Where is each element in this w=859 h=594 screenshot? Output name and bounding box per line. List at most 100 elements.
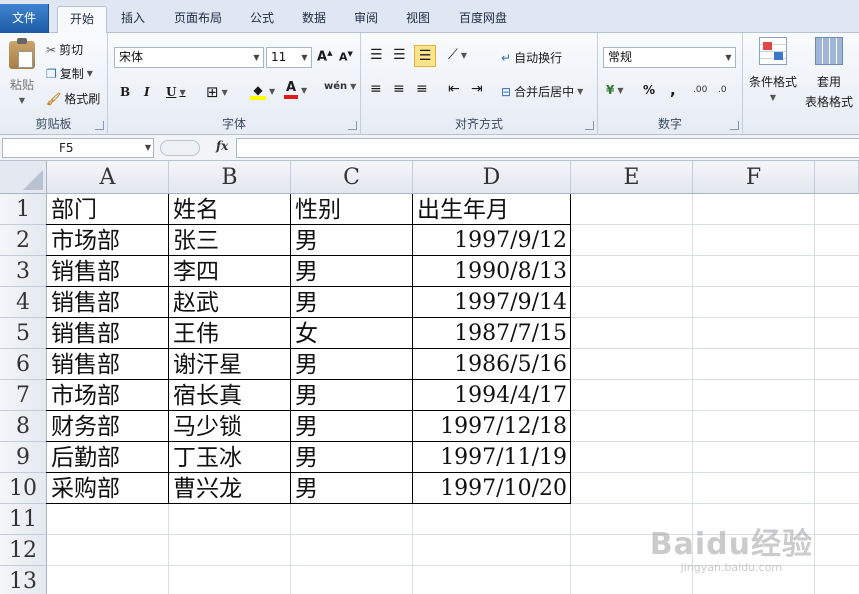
table-cell[interactable]: 宿长真	[169, 380, 291, 411]
tab-view[interactable]: 视图	[398, 6, 438, 33]
table-cell[interactable]: 1997/10/20	[413, 473, 571, 504]
font-name-select[interactable]: 宋体 ▼	[114, 47, 264, 68]
table-cell[interactable]: 男	[291, 442, 413, 473]
column-header-f[interactable]: F	[693, 161, 815, 194]
table-cell[interactable]: 销售部	[47, 318, 169, 349]
table-cell[interactable]: 采购部	[47, 473, 169, 504]
table-cell[interactable]: 男	[291, 380, 413, 411]
row-header-13[interactable]: 13	[0, 566, 47, 594]
decrease-decimal-button[interactable]: .0	[718, 85, 727, 95]
row-header-11[interactable]: 11	[0, 504, 47, 535]
column-header-e[interactable]: E	[571, 161, 693, 194]
percent-button[interactable]: %	[643, 83, 655, 97]
table-cell[interactable]: 1986/5/16	[413, 349, 571, 380]
dialog-launcher-icon[interactable]	[95, 121, 104, 130]
font-color-button[interactable]: A ▼	[284, 81, 307, 99]
table-cell[interactable]: 男	[291, 225, 413, 256]
increase-indent-button[interactable]: ⇥	[471, 81, 483, 97]
tab-insert[interactable]: 插入	[113, 6, 153, 33]
table-cell[interactable]: 1990/8/13	[413, 256, 571, 287]
resize-handle-icon[interactable]	[160, 140, 200, 156]
table-cell[interactable]: 男	[291, 256, 413, 287]
table-cell[interactable]: 销售部	[47, 287, 169, 318]
row-header-3[interactable]: 3	[0, 256, 47, 287]
orientation-button[interactable]: ⟋ ▼	[448, 47, 467, 63]
table-header-cell[interactable]: 姓名	[169, 194, 291, 225]
table-cell[interactable]: 女	[291, 318, 413, 349]
font-size-select[interactable]: 11 ▼	[266, 47, 312, 68]
row-header-6[interactable]: 6	[0, 349, 47, 380]
table-header-cell[interactable]: 部门	[47, 194, 169, 225]
tab-file[interactable]: 文件	[0, 4, 49, 33]
table-cell[interactable]: 曹兴龙	[169, 473, 291, 504]
table-cell[interactable]: 男	[291, 473, 413, 504]
shrink-font-button[interactable]: A▼	[339, 50, 353, 64]
table-header-cell[interactable]: 出生年月	[413, 194, 571, 225]
align-right-button[interactable]: ≡	[416, 81, 428, 97]
table-cell[interactable]: 销售部	[47, 256, 169, 287]
table-cell[interactable]: 1994/4/17	[413, 380, 571, 411]
row-header-7[interactable]: 7	[0, 380, 47, 411]
table-cell[interactable]: 销售部	[47, 349, 169, 380]
table-cell[interactable]: 1997/9/12	[413, 225, 571, 256]
select-all-corner[interactable]	[0, 161, 47, 194]
table-cell[interactable]: 马少锁	[169, 411, 291, 442]
table-cell[interactable]: 市场部	[47, 225, 169, 256]
table-cell[interactable]: 丁玉冰	[169, 442, 291, 473]
row-header-10[interactable]: 10	[0, 473, 47, 504]
tab-review[interactable]: 审阅	[346, 6, 386, 33]
number-format-select[interactable]: 常规 ▼	[603, 47, 736, 68]
table-cell[interactable]: 财务部	[47, 411, 169, 442]
row-header-4[interactable]: 4	[0, 287, 47, 318]
align-center-button[interactable]: ≡	[393, 81, 405, 97]
dialog-launcher-icon[interactable]	[585, 121, 594, 130]
table-cell[interactable]: 男	[291, 349, 413, 380]
align-middle-button[interactable]: ☰	[393, 47, 406, 63]
row-header-1[interactable]: 1	[0, 194, 47, 225]
table-cell[interactable]: 1997/9/14	[413, 287, 571, 318]
tab-data[interactable]: 数据	[294, 6, 334, 33]
row-header-8[interactable]: 8	[0, 411, 47, 442]
underline-button[interactable]: U ▼	[166, 85, 186, 99]
bold-button[interactable]: B	[120, 85, 130, 99]
accounting-format-button[interactable]: ¥ ▼	[606, 83, 624, 97]
table-cell[interactable]: 男	[291, 411, 413, 442]
table-cell[interactable]: 1997/12/18	[413, 411, 571, 442]
table-cell[interactable]: 李四	[169, 256, 291, 287]
decrease-indent-button[interactable]: ⇤	[448, 81, 460, 97]
format-as-table-button[interactable]: 套用 表格格式	[801, 37, 857, 110]
name-box[interactable]: F5 ▼	[2, 138, 154, 158]
formula-input[interactable]	[236, 138, 859, 158]
grow-font-button[interactable]: A▲	[317, 49, 332, 64]
increase-decimal-button[interactable]: .00	[693, 85, 707, 95]
phonetic-button[interactable]: wén ▼	[324, 81, 356, 92]
table-cell[interactable]: 王伟	[169, 318, 291, 349]
dialog-launcher-icon[interactable]	[348, 121, 357, 130]
column-header-overflow[interactable]	[815, 161, 859, 194]
row-header-5[interactable]: 5	[0, 318, 47, 349]
dialog-launcher-icon[interactable]	[730, 121, 739, 130]
column-header-d[interactable]: D	[413, 161, 571, 194]
table-cell[interactable]: 男	[291, 287, 413, 318]
format-painter-button[interactable]: 🖌 格式刷	[46, 90, 100, 107]
tab-baidu-netdisk[interactable]: 百度网盘	[450, 6, 516, 33]
fill-color-button[interactable]: ◆ ▼	[250, 83, 275, 100]
insert-function-button[interactable]: fx	[216, 139, 228, 153]
wrap-text-button[interactable]: ↵ 自动换行	[501, 49, 562, 66]
align-bottom-button[interactable]: ☰	[414, 45, 436, 67]
align-top-button[interactable]: ☰	[370, 47, 383, 63]
paste-button[interactable]: 粘贴 ▼	[6, 38, 38, 105]
tab-formulas[interactable]: 公式	[242, 6, 282, 33]
table-cell[interactable]: 市场部	[47, 380, 169, 411]
copy-button[interactable]: ❐ 复制 ▼	[46, 65, 93, 82]
table-cell[interactable]: 张三	[169, 225, 291, 256]
table-cell[interactable]: 后勤部	[47, 442, 169, 473]
italic-button[interactable]: I	[144, 85, 150, 99]
column-header-b[interactable]: B	[169, 161, 291, 194]
table-cell[interactable]: 谢汗星	[169, 349, 291, 380]
table-cell[interactable]: 1987/7/15	[413, 318, 571, 349]
column-header-a[interactable]: A	[47, 161, 169, 194]
column-header-c[interactable]: C	[291, 161, 413, 194]
comma-button[interactable]: ,	[670, 81, 676, 99]
worksheet-grid[interactable]: ABCDEF 1 2 3 4 5 6 7 8 9 10 11 12 13 部门 姓名 性别 出生年月 市场部 张三…	[0, 161, 859, 594]
